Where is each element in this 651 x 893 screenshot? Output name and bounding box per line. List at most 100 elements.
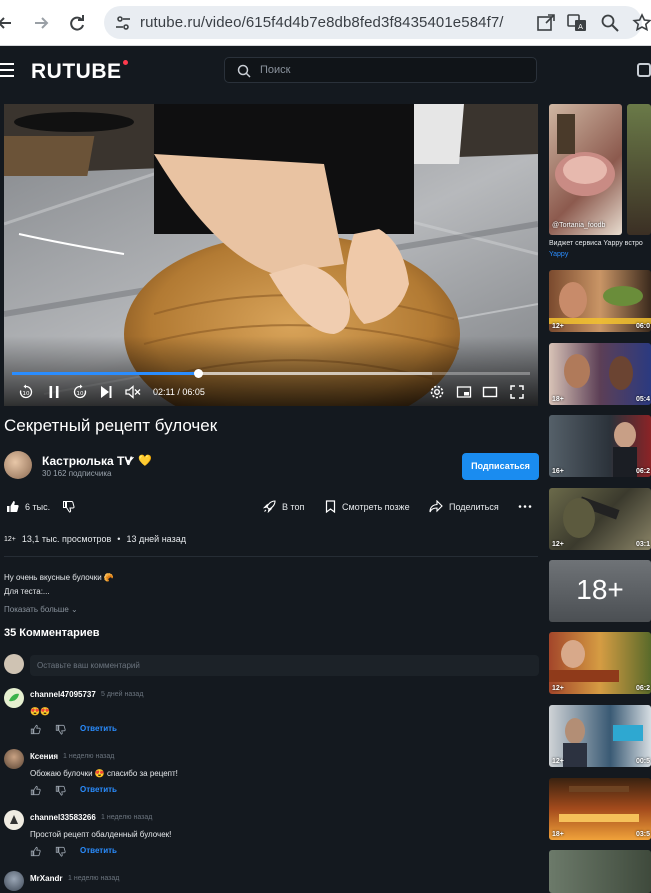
video-duration: 05:4 (635, 396, 650, 403)
thumbs-down-icon (63, 501, 75, 513)
thumbs-up-icon (7, 501, 19, 512)
reply-button[interactable]: Ответить (80, 785, 117, 794)
view-count: 13,1 тыс. просмотров (21, 534, 112, 544)
time-display: 02:11 / 06:05 (153, 387, 205, 397)
video-age-badge: 18+ (552, 396, 564, 403)
comment-author[interactable]: MrXandr (30, 874, 62, 883)
forward-icon[interactable] (30, 12, 52, 34)
rewind-seconds: 10 (23, 391, 30, 397)
forward-10-icon[interactable]: 10 (72, 384, 88, 400)
comment-placeholder: Оставьте ваш комментарий (37, 661, 140, 670)
subscriber-count: 30 162 подписчика (42, 469, 112, 478)
comment-like-icon[interactable] (30, 846, 41, 857)
meta-separator: • (117, 534, 121, 544)
url-text: rutube.ru/video/615f4d4b7e8db8fed3f84354… (140, 14, 504, 31)
ad-description: Виджет сервиса Yappy встро (549, 240, 643, 247)
show-more-button[interactable]: Показать больше ⌄ (4, 605, 78, 614)
show-more-label: Показать больше (4, 605, 69, 614)
comment-avatar[interactable] (4, 688, 24, 708)
volume-muted-icon[interactable] (124, 384, 142, 400)
rutube-logo[interactable]: RUTUBE (31, 60, 128, 84)
share-arrow-icon (429, 500, 443, 513)
comment-avatar[interactable] (4, 871, 24, 891)
channel-avatar[interactable] (4, 451, 32, 479)
next-video-icon[interactable] (98, 384, 114, 400)
ad-link[interactable]: Yappy (549, 251, 568, 258)
video-duration: 06:2 (635, 685, 650, 692)
like-count: 6 тыс. (25, 501, 51, 512)
sidebar-video-thumbnail[interactable]: 16+ 06:2 (549, 415, 651, 477)
comment-dislike-icon[interactable] (55, 724, 66, 735)
video-duration: 03:1 (635, 541, 650, 548)
watch-later-label: Смотреть позже (342, 501, 410, 512)
comment-author[interactable]: channel47095737 (30, 690, 96, 699)
upload-icon[interactable] (637, 63, 651, 77)
description-line: Ну очень вкусные булочки 🥐 (4, 573, 114, 582)
menu-icon[interactable] (0, 63, 14, 77)
open-in-new-icon[interactable] (535, 12, 557, 34)
video-age-badge: 18+ (552, 831, 564, 838)
comment-like-icon[interactable] (30, 785, 41, 796)
comment-time: 1 неделю назад (63, 753, 115, 760)
watch-later-button[interactable]: Смотреть позже (325, 500, 410, 513)
search-placeholder: Поиск (260, 64, 291, 76)
channel-name[interactable]: Кастрюлька TV (42, 454, 132, 468)
progress-bar[interactable] (12, 369, 530, 378)
site-info-icon[interactable] (114, 14, 132, 32)
share-button[interactable]: Поделиться (429, 500, 499, 513)
reload-icon[interactable] (66, 12, 88, 34)
comment-dislike-icon[interactable] (55, 785, 66, 796)
settings-gear-icon[interactable] (429, 384, 445, 400)
comment-avatar[interactable] (4, 749, 24, 769)
fullscreen-icon[interactable] (509, 384, 525, 400)
like-button[interactable]: 6 тыс. (6, 500, 50, 513)
sidebar-video-thumbnail[interactable]: 18+ 05:4 (549, 343, 651, 405)
comment-input[interactable]: Оставьте ваш комментарий (30, 655, 539, 676)
sidebar-video-thumbnail[interactable] (549, 850, 651, 893)
pause-icon[interactable] (46, 384, 62, 400)
reply-button[interactable]: Ответить (80, 846, 117, 855)
video-player[interactable]: 10 10 02:11 / 06:05 (4, 104, 538, 406)
comment-time: 1 неделю назад (101, 814, 153, 821)
to-top-button[interactable]: В топ (263, 500, 304, 513)
video-age-badge: 12+ (552, 541, 564, 548)
rocket-icon (263, 500, 276, 513)
address-bar[interactable]: rutube.ru/video/615f4d4b7e8db8fed3f84354… (104, 6, 642, 39)
comment-author[interactable]: Ксения (30, 752, 58, 761)
current-user-avatar (4, 654, 24, 674)
publish-date: 13 дней назад (126, 534, 186, 544)
sidebar-video-thumbnail[interactable]: 12+ 06:2 (549, 632, 651, 694)
comment-time: 5 дней назад (101, 691, 144, 698)
sidebar-video-thumbnail[interactable]: 12+ 06:0 (549, 270, 651, 332)
translate-icon[interactable]: A (566, 12, 588, 34)
sidebar-video-thumbnail[interactable]: 12+ 00:5 (549, 705, 651, 767)
comment-avatar[interactable] (4, 810, 24, 830)
description-line: Для теста:... (4, 587, 50, 596)
sidebar-ad-thumbnail-2[interactable] (627, 104, 651, 235)
search-icon (237, 64, 251, 78)
theater-mode-icon[interactable] (482, 384, 498, 400)
search-input[interactable]: Поиск (224, 57, 537, 83)
comment-author[interactable]: channel33583266 (30, 813, 96, 822)
comment-like-icon[interactable] (30, 724, 41, 735)
sidebar-ad-thumbnail[interactable]: @Tortania_foodb (549, 104, 622, 235)
comment-dislike-icon[interactable] (55, 846, 66, 857)
zoom-icon[interactable] (599, 12, 621, 34)
sidebar-video-thumbnail[interactable]: 12+ 03:1 (549, 488, 651, 550)
subscribe-button[interactable]: Подписаться (462, 453, 539, 480)
comment-time: 1 неделю назад (68, 875, 120, 882)
video-duration: 03:5 (635, 831, 650, 838)
more-options-button[interactable] (518, 500, 532, 513)
bookmark-icon (325, 500, 336, 513)
sidebar-video-thumbnail[interactable]: 18+ (549, 560, 651, 622)
back-icon[interactable] (0, 12, 16, 34)
dislike-button[interactable] (62, 500, 75, 513)
sidebar-video-thumbnail[interactable]: 18+ 03:5 (549, 778, 651, 840)
rewind-10-icon[interactable]: 10 (18, 384, 34, 400)
to-top-label: В топ (282, 501, 305, 512)
bookmark-star-icon[interactable] (631, 12, 651, 34)
share-label: Поделиться (449, 501, 499, 512)
divider (4, 556, 538, 557)
reply-button[interactable]: Ответить (80, 724, 117, 733)
picture-in-picture-icon[interactable] (456, 384, 472, 400)
